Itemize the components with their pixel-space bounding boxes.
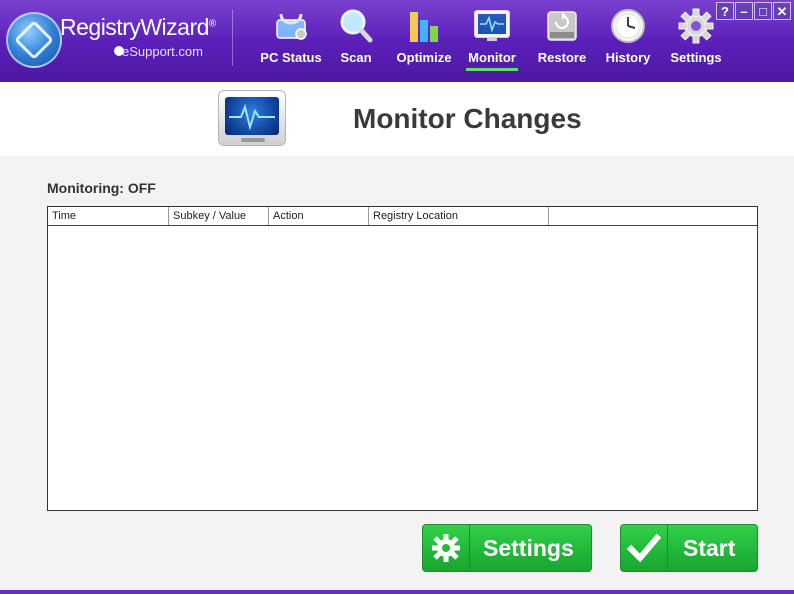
nav-label: Optimize — [396, 50, 452, 65]
column-header-subkey[interactable]: Subkey / Value — [169, 207, 269, 225]
nav-monitor[interactable]: Monitor — [464, 6, 520, 76]
table-body — [48, 226, 757, 510]
button-icon-box — [621, 525, 668, 571]
app-header: RegistryWizard® eSupport.com PC Status S… — [0, 0, 794, 82]
bottom-border — [0, 590, 794, 594]
column-header-registry-location[interactable]: Registry Location — [369, 207, 549, 225]
brand-subtitle: eSupport.com — [122, 44, 203, 59]
page-title: Monitor Changes — [353, 103, 582, 134]
gear-icon — [432, 534, 460, 562]
monitoring-status: Monitoring: OFF — [47, 180, 156, 196]
nav-optimize[interactable]: Optimize — [392, 6, 456, 76]
nav-label: History — [605, 50, 651, 65]
heartbeat-icon — [229, 103, 275, 131]
nav-label: Monitor — [468, 50, 516, 65]
stethoscope-icon — [276, 13, 307, 40]
bar-chart-icon — [410, 12, 438, 42]
monitor-icon — [474, 10, 510, 41]
column-header-action[interactable]: Action — [269, 207, 369, 225]
nav-label: Scan — [340, 50, 372, 65]
nav-scan[interactable]: Scan — [332, 6, 380, 76]
start-button-label: Start — [683, 535, 736, 561]
nav-label: PC Status — [260, 50, 322, 65]
settings-button[interactable]: Settings — [422, 524, 592, 572]
active-tab-indicator — [466, 68, 518, 71]
checkmark-icon — [626, 533, 662, 563]
nav-label: Settings — [670, 50, 722, 65]
monitor-stand — [241, 138, 265, 142]
monitor-screen — [225, 97, 279, 135]
column-header-time[interactable]: Time — [48, 207, 169, 225]
nav-settings[interactable]: Settings — [666, 6, 726, 76]
header-divider — [232, 10, 233, 66]
settings-button-label: Settings — [483, 535, 574, 561]
restore-drive-icon — [547, 11, 577, 41]
changes-table[interactable]: Time Subkey / Value Action Registry Loca… — [47, 206, 758, 511]
window-controls: ? – □ ✕ — [716, 2, 792, 20]
start-button[interactable]: Start — [620, 524, 758, 572]
magnifier-icon — [340, 9, 373, 43]
minimize-button[interactable]: – — [735, 2, 753, 20]
page-header: Monitor Changes — [0, 82, 794, 156]
monitor-icon — [218, 90, 286, 146]
nav-history[interactable]: History — [602, 6, 654, 76]
brand-name: RegistryWizard® — [60, 14, 216, 40]
clock-icon — [611, 9, 645, 43]
gear-icon — [678, 8, 714, 44]
nav-pc-status[interactable]: PC Status — [252, 6, 330, 76]
close-button[interactable]: ✕ — [773, 2, 791, 20]
maximize-button[interactable]: □ — [754, 2, 772, 20]
table-header: Time Subkey / Value Action Registry Loca… — [48, 207, 757, 226]
button-icon-box — [423, 525, 470, 571]
help-button[interactable]: ? — [716, 2, 734, 20]
nav-restore[interactable]: Restore — [532, 6, 592, 76]
nav-label: Restore — [537, 50, 587, 65]
app-logo-icon — [6, 12, 62, 68]
